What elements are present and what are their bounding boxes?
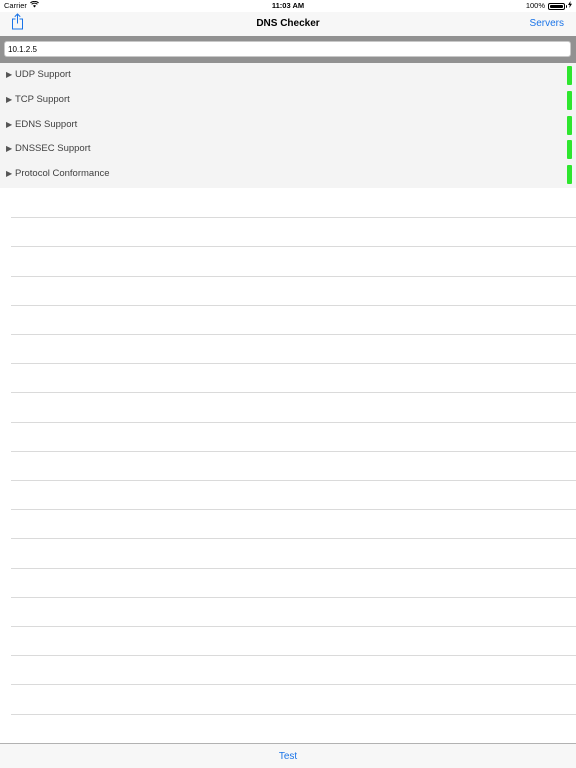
table-row-separator — [11, 713, 576, 715]
table-row-separator — [11, 304, 576, 306]
disclosure-triangle-icon: ▶ — [6, 94, 13, 104]
table-row-separator — [11, 392, 576, 394]
table-row-separator — [11, 509, 576, 511]
section-edns-support[interactable]: ▶ EDNS Support — [0, 113, 576, 138]
table-row-separator — [11, 480, 576, 481]
table-row-separator — [11, 450, 576, 452]
section-udp-support[interactable]: ▶ UDP Support — [0, 63, 576, 88]
battery-percent: 100% — [525, 1, 545, 10]
server-address-input[interactable] — [4, 41, 571, 57]
battery-fill — [550, 4, 563, 8]
bolt-icon — [568, 0, 572, 12]
disclosure-triangle-icon: ▶ — [6, 144, 13, 154]
table-row-separator — [11, 684, 576, 686]
table-row-separator — [11, 217, 576, 219]
navigation-bar: DNS Checker Servers — [0, 12, 576, 36]
page-title: DNS Checker — [256, 18, 320, 29]
table-row-separator — [11, 421, 576, 423]
disclosure-triangle-icon: ▶ — [6, 119, 13, 129]
test-sections: ▶ UDP Support ▶ TCP Support ▶ EDNS Suppo… — [0, 63, 576, 188]
status-indicator — [567, 66, 572, 85]
table-row-separator — [11, 363, 576, 365]
servers-button[interactable]: Servers — [530, 12, 564, 36]
section-label: Protocol Conformance — [15, 168, 110, 180]
results-table — [0, 188, 576, 743]
section-label: UDP Support — [15, 69, 71, 80]
table-row-separator — [11, 246, 576, 248]
status-bar: Carrier 11:03 AM 100% — [0, 0, 576, 12]
table-row-separator — [11, 626, 576, 627]
battery-tip — [565, 5, 567, 8]
search-bar — [0, 36, 576, 63]
status-indicator — [567, 115, 572, 135]
status-indicator — [567, 165, 572, 185]
disclosure-triangle-icon: ▶ — [6, 169, 13, 179]
table-row-separator — [11, 275, 576, 277]
test-button[interactable]: Test — [0, 744, 576, 768]
status-indicator — [567, 140, 572, 160]
status-right: 100% — [526, 0, 572, 12]
disclosure-triangle-icon: ▶ — [6, 70, 13, 79]
status-indicator — [567, 90, 572, 110]
section-dnssec-support[interactable]: ▶ DNSSEC Support — [0, 137, 576, 162]
table-row-separator — [11, 334, 576, 335]
section-protocol-conformance[interactable]: ▶ Protocol Conformance — [0, 162, 576, 187]
table-row-separator — [11, 596, 576, 598]
section-tcp-support[interactable]: ▶ TCP Support — [0, 88, 576, 113]
table-row-separator — [11, 538, 576, 540]
bottom-toolbar: Test — [0, 743, 576, 768]
section-label: TCP Support — [15, 93, 70, 105]
status-time: 11:03 AM — [271, 1, 305, 10]
app-root: Carrier 11:03 AM 100% DNS Checker Server… — [0, 0, 576, 768]
table-row-separator — [11, 567, 576, 569]
battery-icon — [548, 2, 567, 10]
table-row-separator — [11, 655, 576, 657]
section-label: EDNS Support — [15, 118, 78, 130]
section-label: DNSSEC Support — [15, 143, 91, 155]
